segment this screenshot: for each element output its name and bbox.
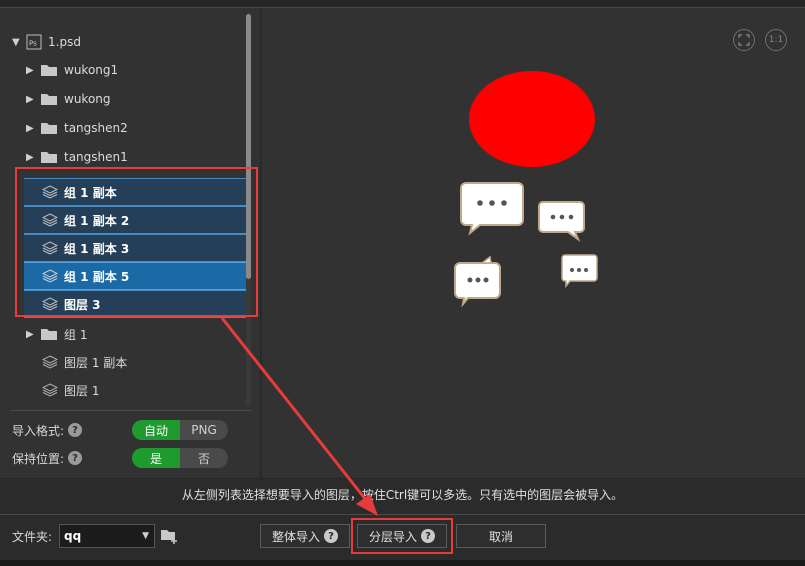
- scrollbar-thumb[interactable]: [246, 14, 251, 279]
- help-icon[interactable]: ?: [324, 529, 338, 543]
- preview-canvas: 1:1: [262, 8, 801, 478]
- format-option: 导入格式: ?: [12, 419, 83, 441]
- tree-item-label: 组 1: [64, 327, 88, 342]
- divider: [0, 478, 805, 479]
- whole-import-label: 整体导入: [271, 529, 320, 544]
- tree-item-label: 组 1 副本 5: [64, 269, 130, 284]
- layer-tree: ▼ Ps 1.psd ▶ wukong1 ▶ wukong ▶ tangshen…: [0, 28, 248, 410]
- folder-icon: [40, 63, 58, 77]
- folder-select[interactable]: qq ▼: [59, 524, 155, 548]
- layer-panel: ▼ Ps 1.psd ▶ wukong1 ▶ wukong ▶ tangshen…: [0, 8, 261, 478]
- tree-item-layer-selected[interactable]: 组 1 副本 3: [24, 234, 246, 262]
- tree-item-folder[interactable]: ▶ tangshen2: [26, 114, 246, 142]
- tree-item-label: 组 1 副本: [64, 185, 117, 200]
- format-png-option[interactable]: PNG: [180, 420, 228, 440]
- folder-icon: [40, 327, 58, 341]
- speech-bubble-shape: [460, 182, 524, 236]
- folder-icon: [40, 150, 58, 164]
- add-folder-icon[interactable]: [160, 528, 180, 547]
- red-ellipse-shape: [469, 71, 595, 167]
- layers-icon: [42, 355, 58, 369]
- tree-item-label: wukong: [64, 92, 111, 106]
- layers-icon: [42, 213, 58, 227]
- whole-import-button[interactable]: 整体导入 ?: [260, 524, 350, 548]
- layers-icon: [42, 241, 58, 255]
- tree-root-label: 1.psd: [48, 35, 81, 49]
- tree-item-label: 组 1 副本 3: [64, 241, 130, 256]
- position-yes-option[interactable]: 是: [132, 448, 180, 468]
- tree-item-layer[interactable]: 图层 1 副本: [42, 348, 246, 376]
- collapse-arrow-icon[interactable]: ▶: [26, 329, 40, 340]
- folder-icon: [40, 121, 58, 135]
- expand-arrow-icon[interactable]: ▼: [12, 37, 26, 48]
- help-icon[interactable]: ?: [68, 451, 83, 465]
- collapse-arrow-icon[interactable]: ▶: [26, 65, 40, 76]
- tree-root[interactable]: ▼ Ps 1.psd: [12, 28, 246, 56]
- position-label: 保持位置:: [12, 451, 65, 466]
- collapse-arrow-icon[interactable]: ▶: [26, 123, 40, 134]
- tree-item-layer-active[interactable]: 组 1 副本 5: [24, 262, 246, 290]
- preview-artwork: [454, 71, 598, 308]
- tree-item-folder[interactable]: ▶ 组 1: [26, 320, 246, 348]
- button-highlight-annotation: [351, 518, 453, 554]
- layers-icon: [42, 297, 58, 311]
- divider: [10, 410, 252, 411]
- tree-item-layer-selected[interactable]: 组 1 副本: [24, 178, 246, 206]
- instruction-hint: 从左侧列表选择想要导入的图层，按住Ctrl键可以多选。只有选中的图层会被导入。: [181, 488, 624, 502]
- position-toggle[interactable]: 是 否: [132, 448, 228, 468]
- speech-bubble-shape: [454, 255, 501, 308]
- tree-item-label: 图层 1: [64, 383, 100, 398]
- tree-item-folder[interactable]: ▶ wukong: [26, 85, 246, 113]
- folder-select-value: qq: [64, 529, 82, 543]
- format-label: 导入格式:: [12, 423, 65, 438]
- folder-icon: [40, 92, 58, 106]
- tree-scrollbar[interactable]: [246, 14, 251, 406]
- tree-item-label: 图层 3: [64, 297, 101, 312]
- tree-item-folder[interactable]: ▶ tangshen1: [26, 143, 246, 171]
- preview-panel: 1:1: [262, 8, 805, 478]
- tree-item-layer-selected[interactable]: 组 1 副本 2: [24, 206, 246, 234]
- help-icon[interactable]: ?: [68, 423, 83, 437]
- format-toggle[interactable]: 自动 PNG: [132, 420, 228, 440]
- cancel-button[interactable]: 取消: [456, 524, 546, 548]
- top-bar: [0, 0, 805, 8]
- chevron-down-icon: ▼: [142, 531, 149, 541]
- speech-bubble-shape: [538, 201, 585, 242]
- tree-item-label: 组 1 副本 2: [64, 213, 130, 228]
- tree-item-label: 图层 1 副本: [64, 355, 128, 370]
- layers-icon: [42, 269, 58, 283]
- collapse-arrow-icon[interactable]: ▶: [26, 94, 40, 105]
- layers-icon: [42, 185, 58, 199]
- position-no-option[interactable]: 否: [180, 448, 228, 468]
- psd-file-icon: Ps: [26, 34, 42, 50]
- layers-icon: [42, 383, 58, 397]
- tree-item-label: tangshen2: [64, 121, 128, 135]
- tree-item-label: wukong1: [64, 63, 119, 77]
- collapse-arrow-icon[interactable]: ▶: [26, 152, 40, 163]
- tree-item-layer-selected[interactable]: 图层 3: [24, 290, 246, 318]
- svg-text:Ps: Ps: [29, 40, 37, 48]
- tree-item-folder[interactable]: ▶ wukong1: [26, 56, 246, 84]
- tree-item-label: tangshen1: [64, 150, 128, 164]
- speech-bubble-shape: [561, 254, 598, 289]
- format-auto-option[interactable]: 自动: [132, 420, 180, 440]
- bottom-strip: [0, 560, 805, 566]
- tree-item-layer[interactable]: 图层 1: [42, 376, 246, 404]
- folder-label: 文件夹:: [12, 530, 53, 544]
- position-option: 保持位置: ?: [12, 447, 83, 469]
